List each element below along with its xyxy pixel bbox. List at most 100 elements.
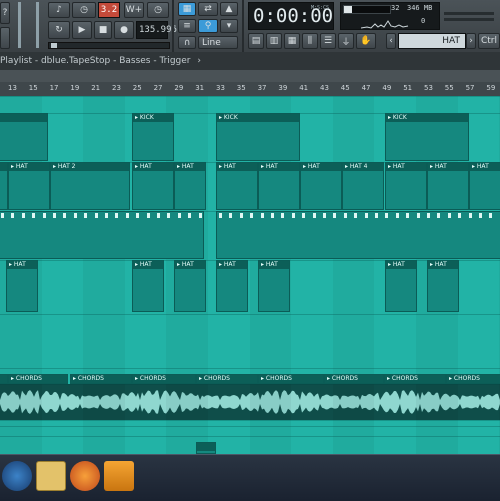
- master-volume-slider[interactable]: [0, 27, 10, 49]
- clip-header[interactable]: ▸ KICK: [386, 114, 468, 122]
- metronome-beat-button[interactable]: ▲: [220, 2, 238, 16]
- stop-button[interactable]: ■: [94, 21, 112, 39]
- hat-clip[interactable]: ▸ HAT: [132, 260, 164, 312]
- hat-clip[interactable]: ▸ HAT: [300, 162, 342, 210]
- clip-header[interactable]: [0, 114, 47, 122]
- clip-header[interactable]: ▸ HAT: [217, 261, 247, 269]
- kick-clip[interactable]: ▸ KICK: [385, 113, 469, 161]
- hat-clip[interactable]: ▸ HAT: [385, 260, 417, 312]
- countdown-button[interactable]: ◷: [147, 2, 169, 18]
- time-display[interactable]: 0:00:00 M:S:CS: [248, 2, 334, 30]
- channel-prev-button[interactable]: ‹: [386, 33, 396, 49]
- clip-header[interactable]: ▸ CHORDS: [447, 375, 500, 383]
- hat-clip[interactable]: ▸ HAT: [258, 260, 290, 312]
- playlist-grid[interactable]: ▸ KICK▸ KICK▸ KICK▸ HAT▸ HAT 2▸ HAT▸ HAT…: [0, 96, 500, 454]
- plugin-picker-button[interactable]: ⏚: [338, 33, 354, 49]
- typing-keyboard-button[interactable]: ▦: [178, 2, 196, 16]
- clip-header[interactable]: ▸ CHORDS: [385, 375, 445, 383]
- wait-for-input-button[interactable]: W+: [124, 2, 144, 18]
- hat-clip[interactable]: ▸ HAT: [132, 162, 174, 210]
- hat-clip[interactable]: ▸ HAT 4: [342, 162, 384, 210]
- hat-clip[interactable]: ▸ HAT: [6, 260, 38, 312]
- clip-header[interactable]: ▸ HAT: [133, 261, 163, 269]
- windows-start-icon[interactable]: [2, 461, 32, 491]
- playlist-title-bar[interactable]: Playlist - dblue.TapeStop - Basses - Tri…: [0, 52, 500, 70]
- loop-record-button[interactable]: ↻: [48, 21, 70, 39]
- clip-header[interactable]: ▸ CHORDS: [259, 375, 323, 383]
- pattern-number-display[interactable]: 3.2: [98, 2, 120, 18]
- hat-clip[interactable]: ▸ HAT 2: [50, 162, 130, 210]
- clip-header[interactable]: ▸ HAT: [386, 163, 426, 171]
- clip-header[interactable]: ▸ CHORDS: [9, 375, 67, 383]
- current-channel-select[interactable]: HAT: [398, 33, 466, 49]
- song-position-slider[interactable]: [48, 42, 170, 49]
- firefox-icon[interactable]: [70, 461, 100, 491]
- master-pitch-slider[interactable]: [18, 2, 21, 48]
- snap-magnet-button[interactable]: ∩: [178, 36, 196, 49]
- clip-header[interactable]: ▸ HAT: [217, 163, 257, 171]
- clip-header[interactable]: ▸ KICK: [133, 114, 173, 122]
- chords-clip[interactable]: ▸ CHORDS: [258, 374, 324, 384]
- clip-header[interactable]: ▸ HAT: [259, 261, 289, 269]
- tempo-display[interactable]: 135.996: [136, 21, 168, 39]
- piano-roll-button[interactable]: ▥: [266, 33, 282, 49]
- hat-clip[interactable]: ▸ HAT: [258, 162, 300, 210]
- clip-header[interactable]: ▸ HAT: [301, 163, 341, 171]
- chords-clip[interactable]: [0, 374, 8, 384]
- multilink-button[interactable]: ▾: [220, 19, 238, 33]
- hat-clip[interactable]: ▸ HAT: [385, 162, 427, 210]
- chords-clip[interactable]: ▸ CHORDS: [8, 374, 68, 384]
- percussion-clip-group[interactable]: [216, 211, 500, 259]
- hat-clip[interactable]: ▸ HAT: [174, 260, 206, 312]
- clip-header[interactable]: ▸ CHORDS: [325, 375, 383, 383]
- help-button[interactable]: ?: [0, 2, 10, 24]
- clip-header[interactable]: [0, 163, 7, 171]
- clip-header[interactable]: ▸ HAT: [9, 163, 49, 171]
- clip-header[interactable]: ▸ HAT 2: [51, 163, 129, 171]
- clip-header[interactable]: ▸ CHORDS: [71, 375, 131, 383]
- clip-header[interactable]: ▸ HAT: [133, 163, 173, 171]
- hat-clip[interactable]: ▸ HAT: [216, 260, 248, 312]
- channel-next-button[interactable]: ›: [466, 33, 476, 49]
- ctrl-button[interactable]: Ctrl: [478, 33, 500, 49]
- kick-clip[interactable]: ▸ KICK: [132, 113, 174, 161]
- percussion-clip-group[interactable]: [0, 211, 204, 259]
- clip-header[interactable]: ▸ HAT: [259, 163, 299, 171]
- automation-clip[interactable]: [196, 442, 216, 454]
- timeline-ruler[interactable]: 1315171921232527293133353739414345474951…: [0, 82, 500, 97]
- link-button[interactable]: ⚲: [198, 19, 218, 33]
- fl-studio-icon[interactable]: [104, 461, 134, 491]
- clip-header[interactable]: ▸ HAT: [175, 261, 205, 269]
- clip-header[interactable]: [197, 443, 215, 451]
- clip-header[interactable]: ▸ HAT 4: [343, 163, 383, 171]
- windows-explorer-icon[interactable]: [36, 461, 66, 491]
- chords-clip[interactable]: ▸ CHORDS: [132, 374, 196, 384]
- blend-notes-button[interactable]: ≡: [178, 19, 196, 33]
- play-button[interactable]: ▶: [72, 21, 92, 39]
- hat-clip[interactable]: ▸ HAT: [174, 162, 206, 210]
- hat-clip[interactable]: [0, 162, 8, 210]
- clip-header[interactable]: [0, 375, 7, 383]
- mixer-button[interactable]: ⫼: [302, 33, 318, 49]
- tempo-tapper-button[interactable]: ✋: [356, 33, 376, 49]
- master-volume-fader[interactable]: [36, 2, 39, 48]
- browser-button[interactable]: ☰: [320, 33, 336, 49]
- hat-clip[interactable]: ▸ HAT: [216, 162, 258, 210]
- clip-header[interactable]: ▸ HAT: [470, 163, 500, 171]
- chords-clip[interactable]: ▸ CHORDS: [324, 374, 384, 384]
- step-edit-button[interactable]: ⇄: [198, 2, 218, 16]
- snap-mode-select[interactable]: Line: [198, 36, 238, 49]
- clip-header[interactable]: ▸ HAT: [386, 261, 416, 269]
- chords-clip[interactable]: ▸ CHORDS: [446, 374, 500, 384]
- clip-header[interactable]: ▸ CHORDS: [133, 375, 195, 383]
- kick-clip[interactable]: ▸ KICK: [216, 113, 300, 161]
- kick-clip[interactable]: [0, 113, 48, 161]
- hat-clip[interactable]: ▸ HAT: [427, 260, 459, 312]
- hat-clip[interactable]: ▸ HAT: [469, 162, 500, 210]
- chords-clip[interactable]: ▸ CHORDS: [384, 374, 446, 384]
- pattern-song-toggle[interactable]: ♪: [48, 2, 70, 18]
- hat-clip[interactable]: ▸ HAT: [427, 162, 469, 210]
- clip-header[interactable]: ▸ HAT: [175, 163, 205, 171]
- chords-clip[interactable]: ▸ CHORDS: [70, 374, 132, 384]
- metronome-button[interactable]: ◷: [72, 2, 96, 18]
